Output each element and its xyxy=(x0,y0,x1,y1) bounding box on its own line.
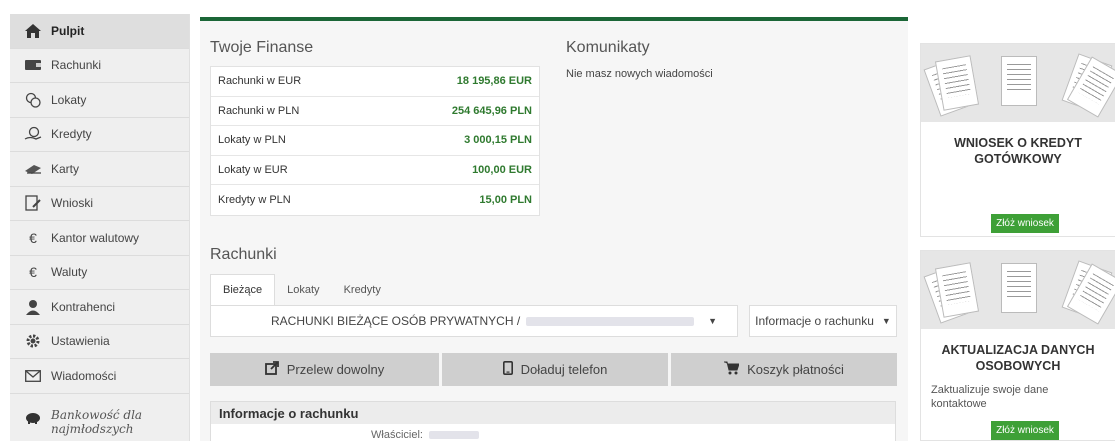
tab-kredyty[interactable]: Kredyty xyxy=(332,274,393,305)
phone-icon xyxy=(502,361,513,378)
table-row[interactable]: Rachunki w EUR 18 195,86 EUR xyxy=(211,67,539,97)
euro-icon: € xyxy=(29,264,37,281)
transfer-button[interactable]: Przelew dowolny xyxy=(210,353,439,386)
sidebar-item-label: Ustawienia xyxy=(51,334,110,349)
finance-value: 3 000,15 PLN xyxy=(464,134,532,147)
accounts-title: Rachunki xyxy=(210,246,277,263)
sidebar-item-label: Kredyty xyxy=(51,127,92,142)
owner-name-blurred xyxy=(428,431,479,439)
finance-value: 254 645,96 PLN xyxy=(451,104,532,117)
caret-down-icon: ▼ xyxy=(708,316,718,326)
contacts-icon xyxy=(24,298,42,316)
sidebar-nav: Pulpit Rachunki Lokaty Kredyty Karty Wni… xyxy=(10,14,190,441)
account-number-blurred xyxy=(526,316,695,326)
hand-coins-icon xyxy=(24,125,42,143)
euro-icon: € xyxy=(29,229,37,246)
sidebar-item-lokaty[interactable]: Lokaty xyxy=(10,83,189,118)
tab-lokaty[interactable]: Lokaty xyxy=(275,274,331,305)
finance-label: Rachunki w EUR xyxy=(218,75,302,88)
application-icon xyxy=(24,194,42,212)
coins-icon xyxy=(24,91,42,109)
sidebar-item-rachunki[interactable]: Rachunki xyxy=(10,49,189,83)
apply-button[interactable]: Złóż wniosek xyxy=(991,421,1059,440)
sidebar-item-kantor-walutowy[interactable]: € Kantor walutowy xyxy=(10,221,189,256)
account-info-dropdown[interactable]: Informacje o rachunku ▼ xyxy=(749,305,897,337)
sidebar-item-label: Kontrahenci xyxy=(51,299,116,314)
sidebar-item-karty[interactable]: Karty xyxy=(10,152,189,187)
finance-label: Lokaty w PLN xyxy=(218,134,286,147)
piggy-bank-icon xyxy=(24,408,42,426)
account-info-title: Informacje o rachunku xyxy=(211,402,895,424)
main-content: Twoje Finanse Rachunki w EUR 18 195,86 E… xyxy=(200,17,908,441)
sidebar-item-kredyty[interactable]: Kredyty xyxy=(10,118,189,152)
finance-label: Rachunki w PLN xyxy=(218,104,300,117)
finance-value: 100,00 EUR xyxy=(472,164,532,177)
sidebar-item-ustawienia[interactable]: Ustawienia xyxy=(10,325,189,359)
cart-icon xyxy=(724,361,740,378)
home-icon xyxy=(24,22,42,40)
ad-description: Zaktualizuje swoje dane kontaktowe xyxy=(931,384,1049,410)
table-row[interactable]: Lokaty w PLN 3 000,15 PLN xyxy=(211,126,539,156)
messages-text: Nie masz nowych wiadomości xyxy=(566,68,713,80)
sidebar-item-pulpit[interactable]: Pulpit xyxy=(10,14,189,49)
sidebar-item-label: Lokaty xyxy=(51,92,87,107)
tab-biezace[interactable]: Bieżące xyxy=(210,274,276,305)
gear-icon xyxy=(24,332,42,350)
sidebar-item-label: Rachunki xyxy=(51,58,102,73)
finances-title: Twoje Finanse xyxy=(210,39,314,56)
envelope-icon xyxy=(24,367,42,385)
ad-cash-loan: WNIOSEK O KREDYT GOTÓWKOWY Złóż wniosek xyxy=(920,43,1115,237)
account-tabs: Bieżące Lokaty Kredyty xyxy=(210,274,393,305)
documents-illustration xyxy=(921,44,1115,122)
sidebar-item-wnioski[interactable]: Wnioski xyxy=(10,187,189,221)
sidebar-item-label: Wnioski xyxy=(51,196,94,211)
topup-phone-button-label: Doładuj telefon xyxy=(520,362,608,377)
messages-title: Komunikaty xyxy=(566,39,650,56)
sidebar-item-label: Karty xyxy=(51,161,80,176)
finances-table: Rachunki w EUR 18 195,86 EUR Rachunki w … xyxy=(210,66,540,216)
external-link-icon xyxy=(264,361,279,378)
payment-cart-button[interactable]: Koszyk płatności xyxy=(671,353,897,386)
card-icon xyxy=(24,160,42,178)
sidebar-item-kontrahenci[interactable]: Kontrahenci xyxy=(10,290,189,325)
sidebar-item-wiadomosci[interactable]: Wiadomości xyxy=(10,359,189,394)
finance-value: 18 195,86 EUR xyxy=(456,75,532,88)
apply-button[interactable]: Złóż wniosek xyxy=(991,214,1059,233)
sidebar-item-label: Wiadomości xyxy=(51,368,117,383)
wallet-icon xyxy=(24,56,42,74)
caret-down-icon: ▼ xyxy=(881,316,891,326)
ad-title: AKTUALIZACJA DANYCH OSOBOWYCH xyxy=(941,343,1095,373)
account-select-label: RACHUNKI BIEŻĄCE OSÓB PRYWATNYCH / xyxy=(271,314,521,328)
sidebar-item-label: Kantor walutowy xyxy=(51,230,140,245)
ad-title: WNIOSEK O KREDYT GOTÓWKOWY xyxy=(954,136,1082,166)
owner-label: Właściciel: xyxy=(371,429,423,441)
sidebar-item-label: Pulpit xyxy=(51,23,85,38)
sidebar-item-label: Waluty xyxy=(51,265,88,280)
finance-label: Kredyty w PLN xyxy=(218,194,291,207)
table-row[interactable]: Rachunki w PLN 254 645,96 PLN xyxy=(211,97,539,127)
table-row[interactable]: Lokaty w EUR 100,00 EUR xyxy=(211,156,539,186)
topup-phone-button[interactable]: Doładuj telefon xyxy=(442,353,668,386)
table-row[interactable]: Kredyty w PLN 15,00 PLN xyxy=(211,185,539,215)
transfer-button-label: Przelew dowolny xyxy=(286,362,385,377)
account-info-dropdown-label: Informacje o rachunku xyxy=(755,314,874,328)
account-info-panel: Informacje o rachunku Właściciel: xyxy=(210,401,896,441)
finance-value: 15,00 PLN xyxy=(479,194,532,207)
account-select[interactable]: RACHUNKI BIEŻĄCE OSÓB PRYWATNYCH / ▼ xyxy=(210,305,738,337)
documents-illustration xyxy=(921,251,1115,329)
ad-update-personal-data: AKTUALIZACJA DANYCH OSOBOWYCH Zaktualizu… xyxy=(920,250,1115,441)
sidebar-item-bankowosc-dla-najmlodszych[interactable]: Bankowość dla najmłodszych xyxy=(10,394,189,441)
sidebar-item-label: Bankowość dla najmłodszych xyxy=(51,407,143,436)
payment-cart-button-label: Koszyk płatności xyxy=(747,362,844,377)
sidebar-item-waluty[interactable]: € Waluty xyxy=(10,256,189,290)
account-owner-row: Właściciel: xyxy=(211,424,895,441)
finance-label: Lokaty w EUR xyxy=(218,164,288,177)
